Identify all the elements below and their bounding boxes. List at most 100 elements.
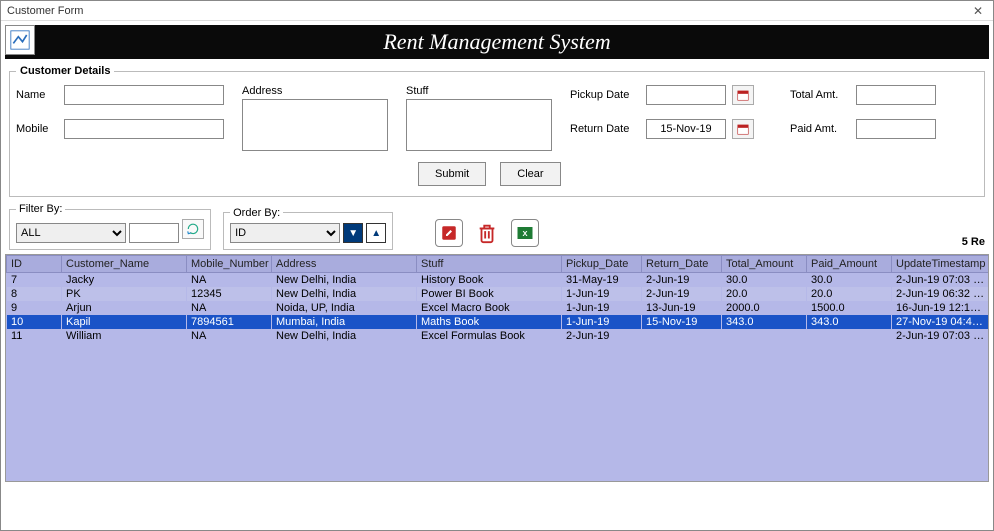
col-header[interactable]: Mobile_Number: [187, 256, 272, 273]
stuff-input[interactable]: [406, 99, 552, 151]
paid-amt-label: Paid Amt.: [790, 123, 850, 135]
table-row[interactable]: 9ArjunNANoida, UP, IndiaExcel Macro Book…: [7, 301, 990, 315]
window-title: Customer Form: [7, 5, 83, 17]
cell: William: [62, 329, 187, 343]
cell: [722, 329, 807, 343]
cell: 343.0: [807, 315, 892, 329]
cell: New Delhi, India: [272, 287, 417, 301]
cell: 9: [7, 301, 62, 315]
col-header[interactable]: Paid_Amount: [807, 256, 892, 273]
cell: PK: [62, 287, 187, 301]
cell: 343.0: [722, 315, 807, 329]
stuff-label: Stuff: [406, 85, 452, 97]
cell: 20.0: [722, 287, 807, 301]
col-header[interactable]: Customer_Name: [62, 256, 187, 273]
cell: NA: [187, 301, 272, 315]
pickup-date-label: Pickup Date: [570, 89, 640, 101]
cell: 2-Jun-19 07:03 PM: [892, 329, 990, 343]
cell: New Delhi, India: [272, 273, 417, 288]
address-input[interactable]: [242, 99, 388, 151]
cell: Power BI Book: [417, 287, 562, 301]
cell: 7894561: [187, 315, 272, 329]
filter-group: Filter By: ALL: [9, 203, 211, 250]
pickup-date-input[interactable]: [646, 85, 726, 105]
cell: 15-Nov-19: [642, 315, 722, 329]
table-row[interactable]: 10Kapil7894561Mumbai, IndiaMaths Book1-J…: [7, 315, 990, 329]
order-legend: Order By:: [230, 207, 283, 219]
cell: 2-Jun-19: [562, 329, 642, 343]
return-date-input[interactable]: [646, 119, 726, 139]
cell: 30.0: [722, 273, 807, 288]
cell: 1500.0: [807, 301, 892, 315]
cell: 16-Jun-19 12:19 PM: [892, 301, 990, 315]
col-header[interactable]: Address: [272, 256, 417, 273]
cell: 13-Jun-19: [642, 301, 722, 315]
address-label: Address: [242, 85, 288, 97]
cell: Jacky: [62, 273, 187, 288]
cell: NA: [187, 273, 272, 288]
cell: 10: [7, 315, 62, 329]
total-amt-input[interactable]: [856, 85, 936, 105]
cell: 2-Jun-19: [642, 273, 722, 288]
cell: 30.0: [807, 273, 892, 288]
cell: 27-Nov-19 04:43 PM: [892, 315, 990, 329]
cell: 11: [7, 329, 62, 343]
cell: New Delhi, India: [272, 329, 417, 343]
close-icon[interactable]: ✕: [969, 4, 987, 18]
cell: 2-Jun-19 07:03 PM: [892, 273, 990, 288]
submit-button[interactable]: Submit: [418, 162, 486, 186]
cell: Excel Formulas Book: [417, 329, 562, 343]
filter-legend: Filter By:: [16, 203, 65, 215]
cell: 8: [7, 287, 62, 301]
customer-details-group: Customer Details Name Mobile Address Stu…: [9, 65, 985, 197]
cell: 7: [7, 273, 62, 288]
edit-icon[interactable]: [435, 219, 463, 247]
cell: 12345: [187, 287, 272, 301]
cell: 1-Jun-19: [562, 301, 642, 315]
data-grid[interactable]: IDCustomer_NameMobile_NumberAddressStuff…: [5, 254, 989, 482]
col-header[interactable]: UpdateTimestamp: [892, 256, 990, 273]
cell: History Book: [417, 273, 562, 288]
table-row[interactable]: 7JackyNANew Delhi, IndiaHistory Book31-M…: [7, 273, 990, 288]
cell: 1-Jun-19: [562, 287, 642, 301]
cell: Excel Macro Book: [417, 301, 562, 315]
cell: Arjun: [62, 301, 187, 315]
refresh-icon[interactable]: [182, 219, 204, 239]
clear-button[interactable]: Clear: [500, 162, 560, 186]
filter-combo[interactable]: ALL: [16, 223, 126, 243]
sort-desc-icon[interactable]: ▼: [343, 223, 363, 243]
mobile-label: Mobile: [16, 123, 58, 135]
table-row[interactable]: 11WilliamNANew Delhi, IndiaExcel Formula…: [7, 329, 990, 343]
paid-amt-input[interactable]: [856, 119, 936, 139]
col-header[interactable]: Stuff: [417, 256, 562, 273]
customer-legend: Customer Details: [16, 65, 114, 77]
delete-icon[interactable]: [473, 219, 501, 247]
cell: Noida, UP, India: [272, 301, 417, 315]
cell: 2-Jun-19: [642, 287, 722, 301]
mobile-input[interactable]: [64, 119, 224, 139]
cell: [807, 329, 892, 343]
filter-text[interactable]: [129, 223, 179, 243]
titlebar: Customer Form ✕: [1, 1, 993, 21]
excel-export-icon[interactable]: X: [511, 219, 539, 247]
cell: Maths Book: [417, 315, 562, 329]
name-label: Name: [16, 89, 58, 101]
table-row[interactable]: 8PK12345New Delhi, IndiaPower BI Book1-J…: [7, 287, 990, 301]
svg-text:X: X: [523, 229, 528, 238]
cell: Mumbai, India: [272, 315, 417, 329]
col-header[interactable]: Total_Amount: [722, 256, 807, 273]
col-header[interactable]: Return_Date: [642, 256, 722, 273]
col-header[interactable]: ID: [7, 256, 62, 273]
name-input[interactable]: [64, 85, 224, 105]
cell: 2000.0: [722, 301, 807, 315]
order-combo[interactable]: ID: [230, 223, 340, 243]
cell: NA: [187, 329, 272, 343]
order-group: Order By: ID ▼ ▲: [223, 207, 393, 251]
banner-title: Rent Management System: [383, 29, 610, 55]
sort-asc-icon[interactable]: ▲: [366, 223, 386, 243]
cell: 2-Jun-19 06:32 PM: [892, 287, 990, 301]
col-header[interactable]: Pickup_Date: [562, 256, 642, 273]
return-calendar-icon[interactable]: [732, 119, 754, 139]
return-date-label: Return Date: [570, 123, 640, 135]
pickup-calendar-icon[interactable]: [732, 85, 754, 105]
